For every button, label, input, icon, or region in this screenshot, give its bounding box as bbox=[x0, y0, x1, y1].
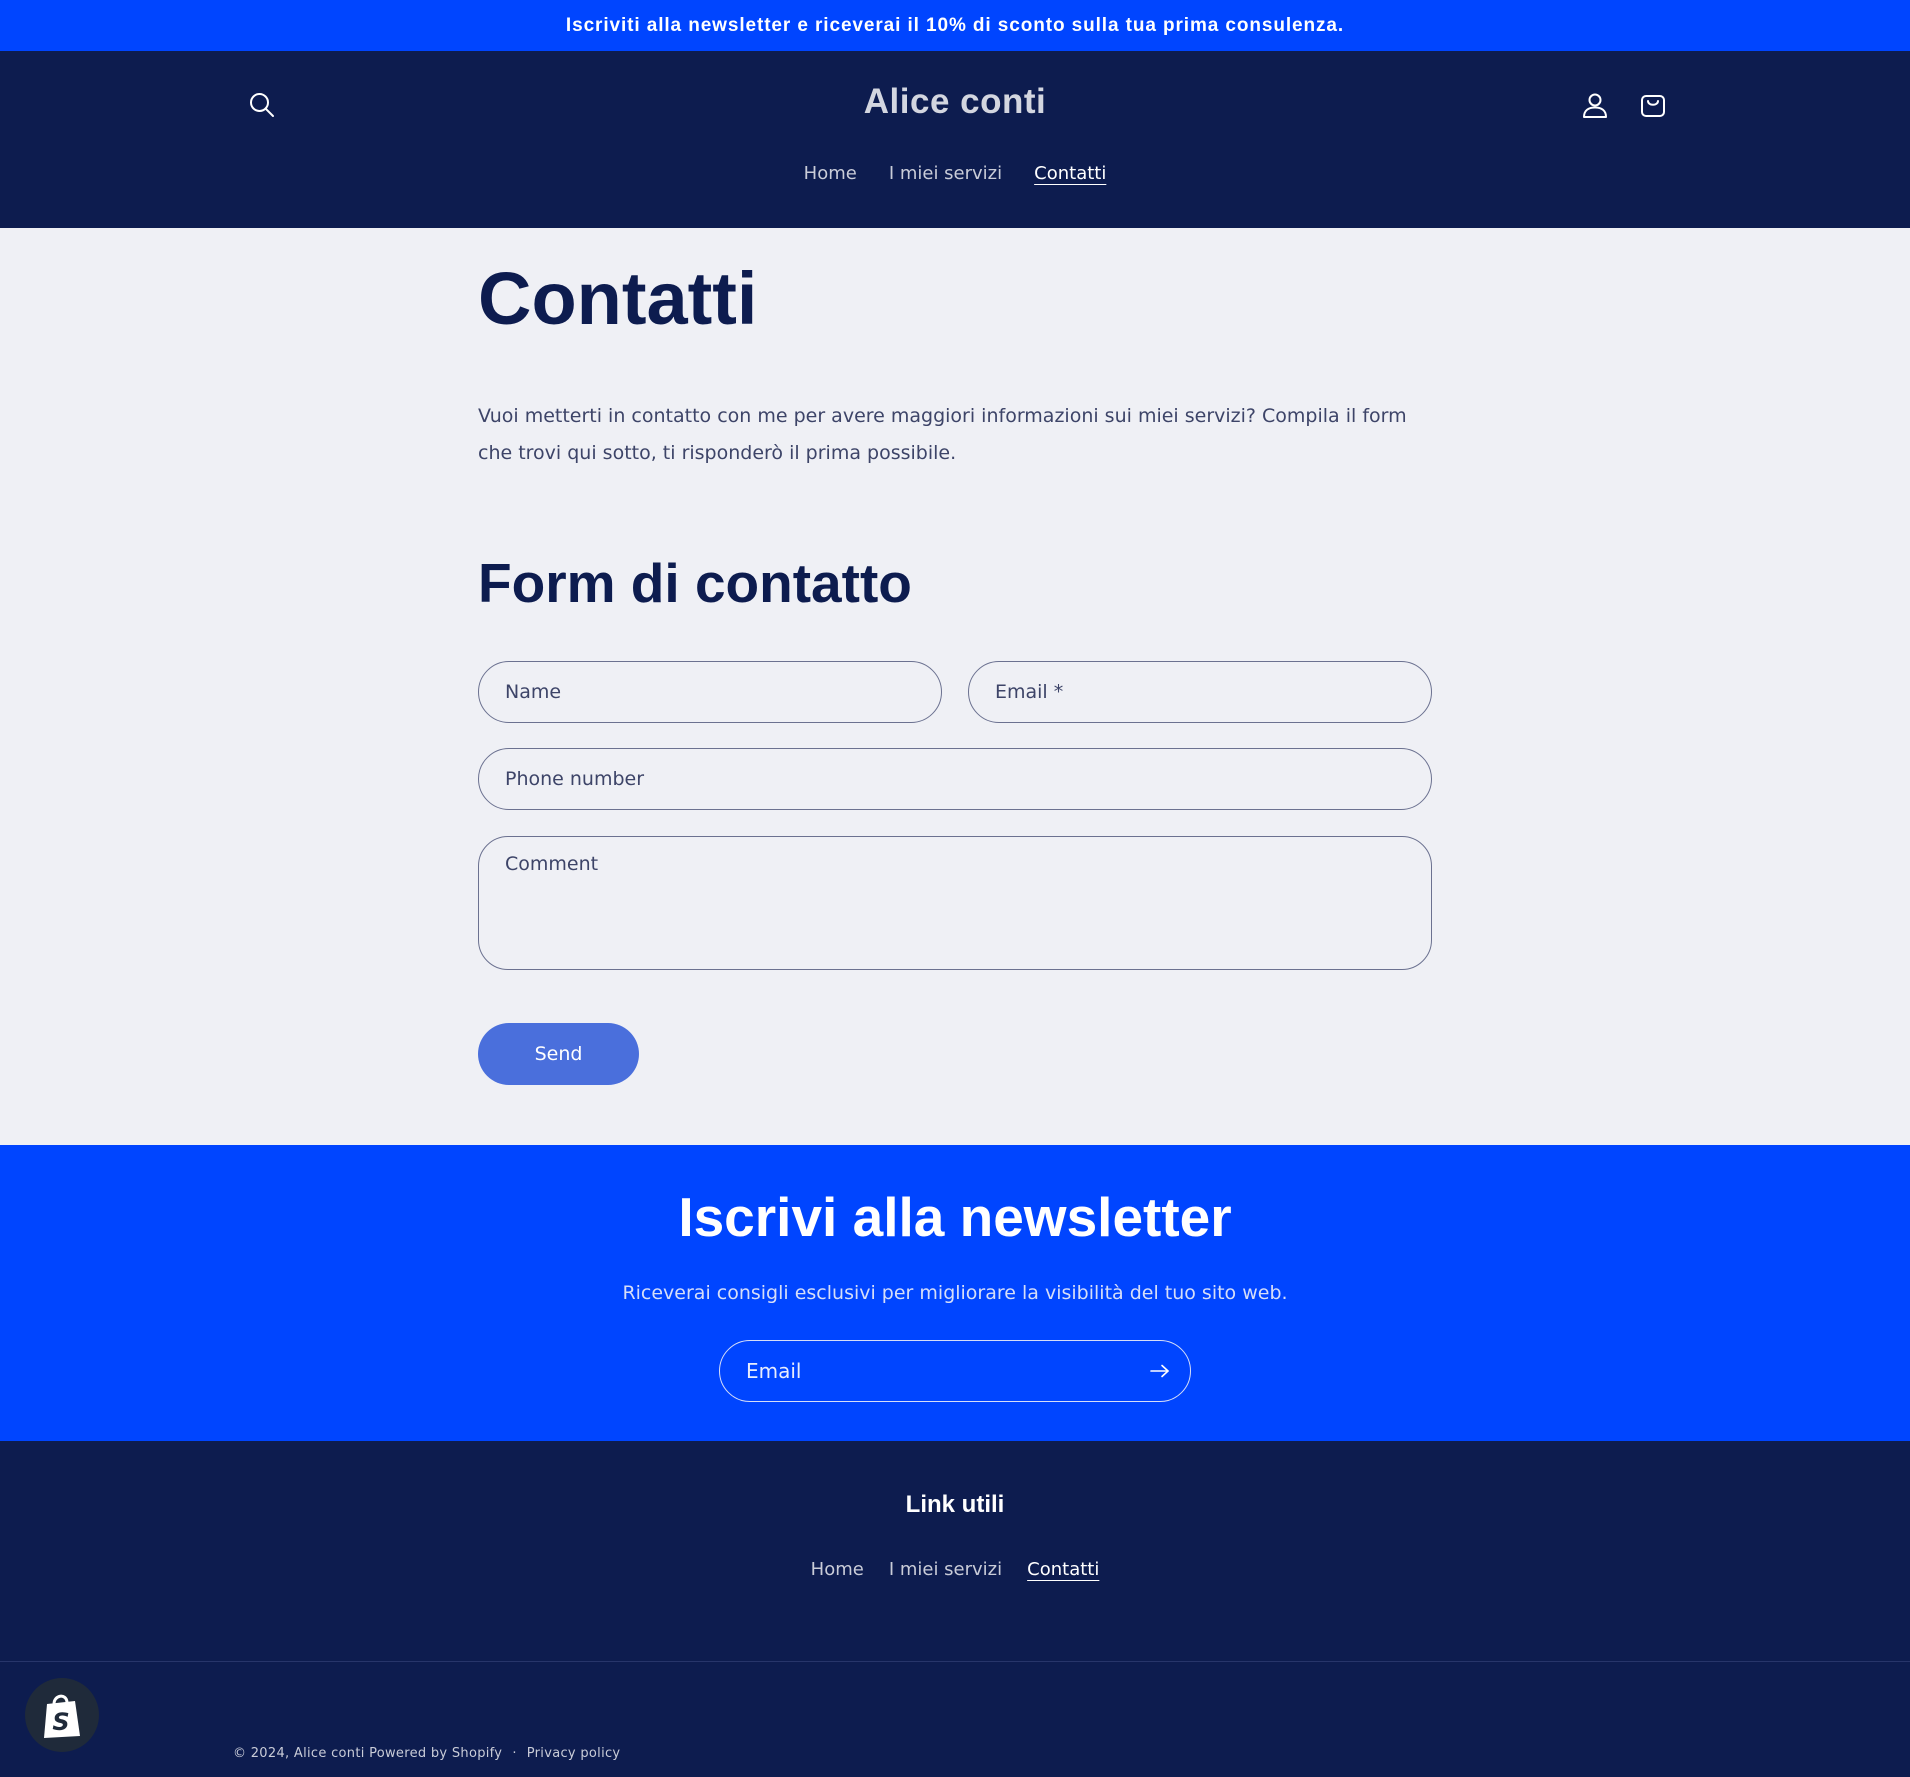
copyright-separator: · bbox=[512, 1746, 517, 1761]
site-header: Alice conti Home I miei servizi Contatti bbox=[0, 51, 1910, 228]
footer-link-services[interactable]: I miei servizi bbox=[889, 1559, 1002, 1580]
svg-text:S: S bbox=[52, 1708, 69, 1736]
nav-item-services[interactable]: I miei servizi bbox=[889, 163, 1002, 184]
announcement-text: Iscriviti alla newsletter e riceverai il… bbox=[565, 14, 1345, 36]
form-title: Form di contatto bbox=[478, 552, 912, 614]
newsletter-title: Iscrivi alla newsletter bbox=[678, 1186, 1232, 1248]
name-input[interactable]: Name bbox=[478, 661, 942, 723]
email-input[interactable]: Email * bbox=[968, 661, 1432, 723]
shopping-bag-icon bbox=[1641, 95, 1665, 117]
newsletter-email-placeholder: Email bbox=[746, 1359, 802, 1383]
name-placeholder: Name bbox=[505, 681, 562, 703]
shopify-chat-button[interactable]: S bbox=[25, 1678, 99, 1752]
comment-placeholder: Comment bbox=[505, 853, 599, 875]
phone-input[interactable]: Phone number bbox=[478, 748, 1432, 810]
announcement-bar: Iscriviti alla newsletter e riceverai il… bbox=[0, 0, 1910, 51]
newsletter-subtitle: Riceverai consigli esclusivi per miglior… bbox=[622, 1282, 1288, 1304]
main-nav: Home I miei servizi Contatti bbox=[0, 163, 1910, 184]
copyright-prefix: © 2024, bbox=[233, 1746, 294, 1761]
nav-item-home[interactable]: Home bbox=[804, 163, 857, 184]
footer-link-contatti[interactable]: Contatti bbox=[1027, 1559, 1099, 1580]
intro-text: Vuoi metterti in contatto con me per ave… bbox=[478, 405, 1407, 464]
user-icon bbox=[1583, 93, 1607, 118]
footer-nav: Home I miei servizi Contatti bbox=[0, 1559, 1910, 1580]
email-placeholder: Email * bbox=[995, 681, 1064, 703]
phone-placeholder: Phone number bbox=[505, 768, 645, 790]
send-button[interactable]: Send bbox=[478, 1023, 639, 1085]
page-title: Contatti bbox=[478, 257, 758, 340]
copyright-line: © 2024, Alice conti Powered by Shopify · P… bbox=[233, 1746, 620, 1761]
brand-name[interactable]: Alice conti bbox=[0, 82, 1910, 122]
account-button[interactable] bbox=[1578, 88, 1612, 122]
site-footer: Link utili Home I miei servizi Contatti … bbox=[0, 1441, 1910, 1777]
footer-heading: Link utili bbox=[905, 1491, 1005, 1518]
nav-item-contatti[interactable]: Contatti bbox=[1034, 163, 1106, 184]
shopify-bag-icon: S bbox=[44, 1694, 80, 1738]
footer-link-home[interactable]: Home bbox=[811, 1559, 864, 1580]
comment-textarea[interactable]: Comment bbox=[478, 836, 1432, 970]
arrow-right-icon bbox=[1150, 1364, 1169, 1378]
privacy-policy-link[interactable]: Privacy policy bbox=[527, 1746, 621, 1761]
cart-button[interactable] bbox=[1636, 88, 1670, 122]
newsletter-email-input[interactable]: Email bbox=[719, 1340, 1191, 1402]
newsletter-submit-button[interactable] bbox=[1148, 1359, 1172, 1383]
powered-by-link[interactable]: Powered by Shopify bbox=[365, 1746, 503, 1761]
newsletter-section: Iscrivi alla newsletter Riceverai consig… bbox=[0, 1145, 1910, 1441]
copyright-brand-link[interactable]: Alice conti bbox=[294, 1746, 365, 1761]
send-label: Send bbox=[534, 1043, 583, 1065]
footer-divider bbox=[0, 1661, 1910, 1662]
